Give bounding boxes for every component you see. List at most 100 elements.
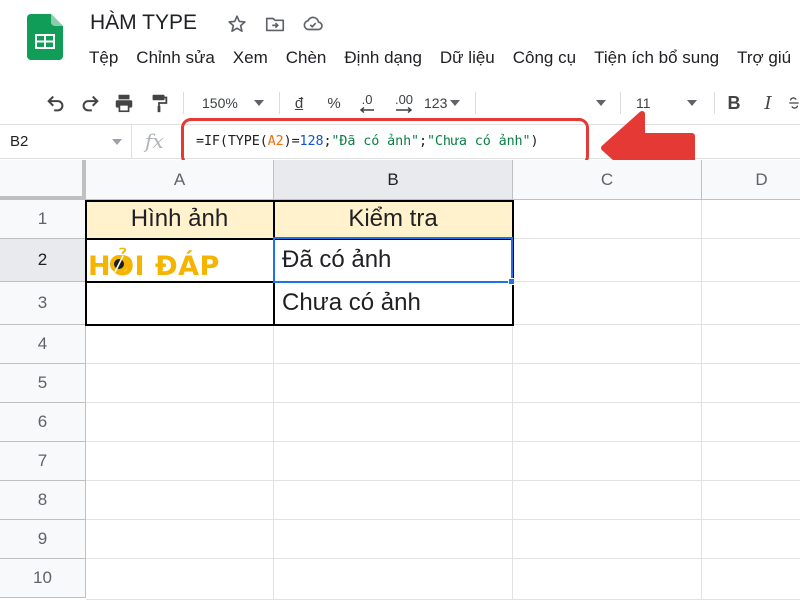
redo-button[interactable] (76, 84, 104, 122)
increase-decimal-label: .00 (394, 92, 414, 107)
active-cell-selection (273, 237, 513, 283)
print-button[interactable] (110, 84, 138, 122)
cell-a10[interactable] (86, 559, 274, 600)
paint-format-button[interactable] (145, 84, 173, 122)
more-formats-button[interactable]: 123 (424, 84, 468, 122)
cell-c10[interactable] (513, 559, 702, 600)
cell-d8[interactable] (702, 481, 800, 520)
cell-b5[interactable] (274, 364, 513, 403)
cell-d6[interactable] (702, 403, 800, 442)
cell-c6[interactable] (513, 403, 702, 442)
cell-a9[interactable] (86, 520, 274, 559)
strikethrough-icon (789, 97, 799, 109)
menu-addons[interactable]: Tiện ích bổ sung (585, 45, 728, 71)
chevron-down-icon (596, 100, 606, 106)
menu-insert[interactable]: Chèn (277, 45, 336, 71)
cell-d9[interactable] (702, 520, 800, 559)
cell-b1[interactable]: Kiểm tra (274, 200, 513, 239)
row-header-10[interactable]: 10 (0, 559, 86, 598)
cell-a4[interactable] (86, 325, 274, 364)
italic-button[interactable]: I (756, 84, 780, 122)
cell-b4[interactable] (274, 325, 513, 364)
cell-a8[interactable] (86, 481, 274, 520)
cell-d4[interactable] (702, 325, 800, 364)
decrease-decimal-label: .0 (361, 92, 373, 107)
cell-d7[interactable] (702, 442, 800, 481)
print-icon (115, 94, 133, 113)
menu-view[interactable]: Xem (224, 45, 277, 71)
menu-help[interactable]: Trợ giú (728, 45, 800, 71)
strikethrough-button[interactable] (788, 84, 800, 122)
row-header-7[interactable]: 7 (0, 442, 86, 481)
cell-c8[interactable] (513, 481, 702, 520)
cell-a7[interactable] (86, 442, 274, 481)
cell-b10[interactable] (274, 559, 513, 600)
menu-edit[interactable]: Chỉnh sửa (127, 45, 223, 71)
row-header-6[interactable]: 6 (0, 403, 86, 442)
select-all-corner[interactable] (0, 160, 86, 200)
cell-c5[interactable] (513, 364, 702, 403)
format-currency-button[interactable]: đ (288, 84, 310, 122)
cell-b8[interactable] (274, 481, 513, 520)
menu-tools[interactable]: Công cụ (504, 45, 585, 71)
cell-b9[interactable] (274, 520, 513, 559)
fill-handle[interactable] (508, 278, 515, 285)
cell-c2[interactable] (513, 239, 702, 282)
cell-c7[interactable] (513, 442, 702, 481)
cell-c3[interactable] (513, 282, 702, 325)
fx-icon: fx (145, 129, 164, 153)
more-formats-label: 123 (424, 95, 448, 111)
arrow-right-icon (396, 107, 412, 113)
row-header-8[interactable]: 8 (0, 481, 86, 520)
row-header-2[interactable]: 2 (0, 239, 86, 282)
increase-decimal-button[interactable]: .00 (390, 84, 418, 122)
hoi-dap-logo-image[interactable]: HỎI ĐÁP (88, 247, 222, 281)
row-header-5[interactable]: 5 (0, 364, 86, 403)
column-header-a[interactable]: A (86, 160, 274, 200)
toolbar-separator (183, 92, 184, 114)
cell-reference: B2 (10, 133, 29, 150)
google-sheets-logo-icon[interactable] (27, 14, 63, 60)
paint-format-icon (152, 94, 168, 113)
undo-button[interactable] (42, 84, 70, 122)
cell-b7[interactable] (274, 442, 513, 481)
menu-file[interactable]: Tệp (80, 45, 127, 71)
chevron-down-icon[interactable] (112, 139, 122, 145)
cloud-saved-icon[interactable] (302, 13, 324, 35)
spreadsheet-grid: A B C D 1 2 3 4 5 6 7 8 9 10 Hình ảnh Ki… (0, 160, 800, 600)
cell-d3[interactable] (702, 282, 800, 325)
star-icon[interactable] (226, 13, 248, 35)
cell-a5[interactable] (86, 364, 274, 403)
row-header-1[interactable]: 1 (0, 200, 86, 239)
move-to-folder-icon[interactable] (264, 13, 286, 35)
undo-icon (47, 95, 64, 112)
menu-data[interactable]: Dữ liệu (431, 45, 504, 71)
cell-a3[interactable] (86, 282, 274, 325)
cell-c9[interactable] (513, 520, 702, 559)
document-title[interactable]: HÀM TYPE (90, 11, 197, 35)
cell-b3[interactable]: Chưa có ảnh (274, 282, 513, 325)
cell-a6[interactable] (86, 403, 274, 442)
font-family-select[interactable] (486, 84, 610, 122)
column-header-d[interactable]: D (702, 160, 800, 200)
cell-b6[interactable] (274, 403, 513, 442)
zoom-select[interactable]: 150% (196, 84, 270, 122)
row-header-3[interactable]: 3 (0, 282, 86, 325)
cell-d2[interactable] (702, 239, 800, 282)
chevron-down-icon (450, 100, 461, 106)
cell-d1[interactable] (702, 200, 800, 239)
table-border-bottom (85, 324, 514, 326)
cell-c4[interactable] (513, 325, 702, 364)
cell-c1[interactable] (513, 200, 702, 239)
row-header-9[interactable]: 9 (0, 520, 86, 559)
bold-button[interactable]: B (722, 84, 746, 122)
column-header-b[interactable]: B (274, 160, 513, 200)
decrease-decimal-button[interactable]: .0 (354, 84, 380, 122)
column-header-c[interactable]: C (513, 160, 702, 200)
cell-a1[interactable]: Hình ảnh (86, 200, 274, 239)
format-percent-button[interactable]: % (322, 84, 346, 122)
menu-format[interactable]: Định dạng (335, 45, 431, 71)
row-header-4[interactable]: 4 (0, 325, 86, 364)
cell-d5[interactable] (702, 364, 800, 403)
cell-d10[interactable] (702, 559, 800, 600)
